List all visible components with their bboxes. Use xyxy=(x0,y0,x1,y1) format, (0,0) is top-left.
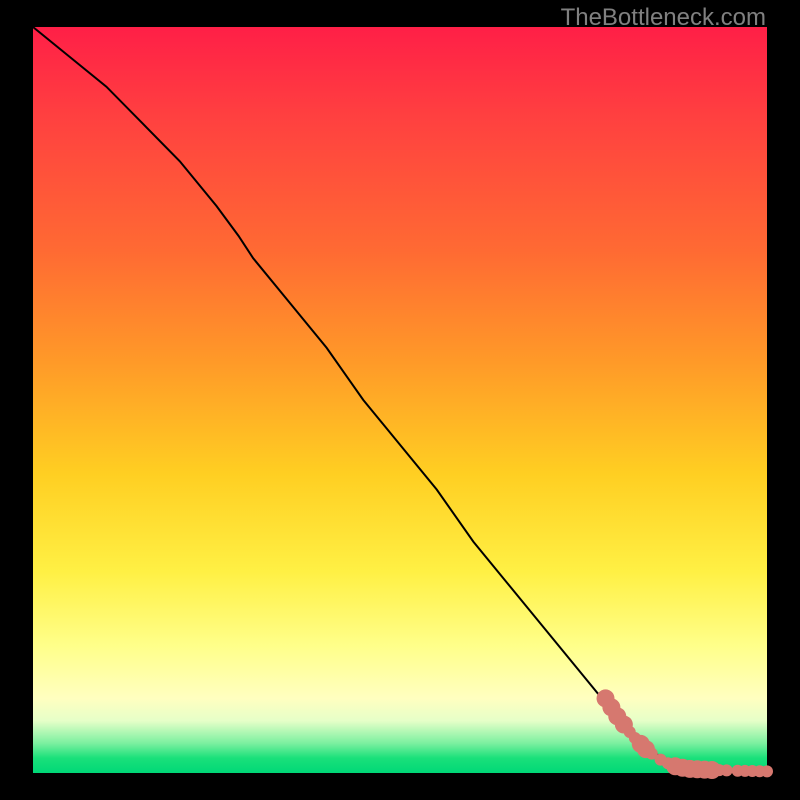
watermark-text: TheBottleneck.com xyxy=(561,4,766,32)
chart-overlay xyxy=(33,27,767,773)
data-marker xyxy=(721,764,733,776)
chart-container: TheBottleneck.com xyxy=(0,0,800,800)
curve-markers xyxy=(597,689,773,779)
curve-path xyxy=(33,27,767,772)
curve-line xyxy=(33,27,767,772)
data-marker xyxy=(761,765,773,777)
